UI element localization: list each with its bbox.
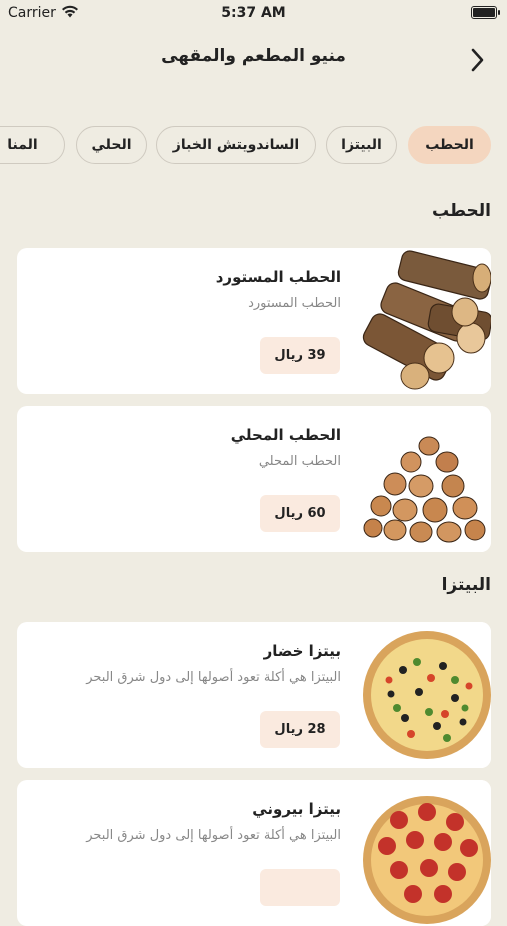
chevron-right-icon[interactable] (465, 46, 489, 74)
menu-item-card[interactable]: الحطب المستورد الحطب المستورد 39 ريال (17, 248, 491, 394)
item-description: الحطب المستورد (248, 296, 341, 311)
item-price (260, 869, 340, 906)
tab-pizza[interactable]: البيتزا (326, 126, 397, 164)
battery-icon (471, 6, 500, 19)
tab-sweets[interactable]: الحلي (76, 126, 147, 164)
item-name: الحطب المستورد (215, 268, 341, 286)
status-bar: Carrier 5:37 AM (0, 0, 507, 28)
tab-baker-sandwich[interactable]: الساندويتش الخباز (156, 126, 316, 164)
item-name: بيتزا خضار (263, 642, 341, 660)
item-price: 39 ريال (260, 337, 340, 374)
item-price: 60 ريال (260, 495, 340, 532)
item-price: 28 ريال (260, 711, 340, 748)
item-name: الحطب المحلي (230, 426, 341, 444)
firewood-pile-image (359, 406, 491, 552)
menu-item-card[interactable]: الحطب المحلي الحطب المحلي 60 ريال (17, 406, 491, 552)
item-description: البيتزا هي أكلة تعود أصولها إلى دول شرق … (86, 670, 341, 685)
vegetable-pizza-image (359, 622, 491, 768)
section-title-firewood: الحطب (431, 201, 491, 221)
menu-item-card[interactable]: بيتزا بيروني البيتزا هي أكلة تعود أصولها… (17, 780, 491, 926)
page-title: منيو المطعم والمقهى (161, 46, 346, 66)
menu-item-card[interactable]: بيتزا خضار البيتزا هي أكلة تعود أصولها إ… (17, 622, 491, 768)
tab-firewood[interactable]: الحطب (408, 126, 491, 164)
category-tabs: الحطب البيتزا الساندويتش الخباز الحلي ال… (0, 126, 507, 164)
item-name: بيتزا بيروني (252, 800, 341, 818)
clock-time: 5:37 AM (221, 5, 286, 21)
pepperoni-pizza-image (359, 780, 491, 926)
item-description: البيتزا هي أكلة تعود أصولها إلى دول شرق … (86, 828, 341, 843)
firewood-logs-image (359, 248, 491, 394)
tab-partial[interactable]: المنا (0, 126, 65, 164)
item-description: الحطب المحلي (258, 454, 341, 469)
section-title-pizza: البيتزا (441, 575, 491, 595)
